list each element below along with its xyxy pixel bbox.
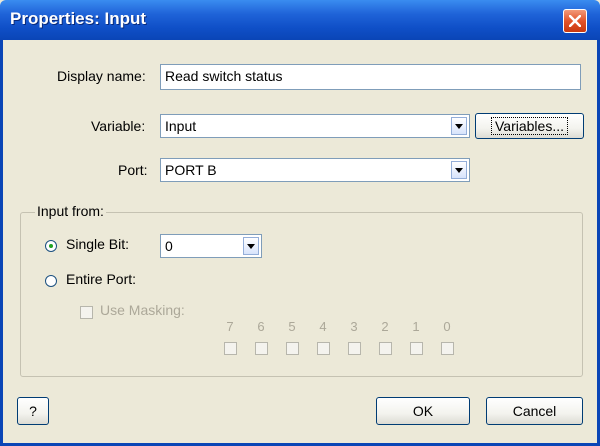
bit-checkbox-2[interactable] xyxy=(379,342,392,355)
single-bit-value: 0 xyxy=(165,238,173,254)
ok-button[interactable]: OK xyxy=(376,397,470,425)
input-from-legend: Input from: xyxy=(35,203,106,219)
bit-label-2: 2 xyxy=(381,319,389,334)
variable-value: Input xyxy=(165,118,197,134)
bit-label-5: 5 xyxy=(288,319,296,334)
bit-checkbox-7[interactable] xyxy=(224,342,237,355)
help-button[interactable]: ? xyxy=(17,397,49,425)
single-bit-radio[interactable] xyxy=(45,240,57,252)
cancel-button[interactable]: Cancel xyxy=(486,397,583,425)
bit-checkbox-1[interactable] xyxy=(410,342,423,355)
bit-checkbox-5[interactable] xyxy=(286,342,299,355)
single-bit-radio-dot xyxy=(49,244,53,248)
close-button[interactable] xyxy=(563,9,587,33)
single-bit-combobox[interactable]: 0 xyxy=(160,234,262,258)
close-icon xyxy=(569,15,581,27)
variables-button-label: Variables... xyxy=(491,117,568,135)
bit-checkbox-4[interactable] xyxy=(317,342,330,355)
display-name-label: Display name: xyxy=(57,68,146,84)
bit-label-6: 6 xyxy=(257,319,265,334)
port-label: Port: xyxy=(118,162,148,178)
help-button-label: ? xyxy=(29,403,37,419)
bit-label-7: 7 xyxy=(226,319,234,334)
chevron-down-icon xyxy=(247,243,255,249)
bit-checkbox-0[interactable] xyxy=(441,342,454,355)
port-value: PORT B xyxy=(165,162,217,178)
chevron-down-icon xyxy=(455,123,463,129)
chevron-down-icon xyxy=(455,167,463,173)
cancel-button-label: Cancel xyxy=(512,403,557,419)
properties-dialog: Properties: Input Display name: Read swi… xyxy=(0,0,600,446)
single-bit-dropdown-arrow[interactable] xyxy=(243,237,259,255)
bit-label-3: 3 xyxy=(350,319,358,334)
single-bit-label[interactable]: Single Bit: xyxy=(66,236,129,252)
bit-checkbox-3[interactable] xyxy=(348,342,361,355)
entire-port-label[interactable]: Entire Port: xyxy=(66,271,136,287)
variable-label: Variable: xyxy=(91,118,146,134)
display-name-input[interactable]: Read switch status xyxy=(160,64,581,90)
bit-checkbox-6[interactable] xyxy=(255,342,268,355)
variable-combobox[interactable]: Input xyxy=(160,114,470,138)
bit-label-1: 1 xyxy=(412,319,420,334)
bit-label-4: 4 xyxy=(319,319,327,334)
use-masking-label: Use Masking: xyxy=(100,302,185,318)
ok-button-label: OK xyxy=(412,403,434,419)
port-combobox[interactable]: PORT B xyxy=(160,158,470,182)
title-bar[interactable]: Properties: Input xyxy=(0,0,600,40)
window-title: Properties: Input xyxy=(10,9,147,28)
port-dropdown-arrow[interactable] xyxy=(451,161,467,179)
use-masking-checkbox[interactable] xyxy=(80,306,93,319)
entire-port-radio[interactable] xyxy=(45,275,57,287)
variable-dropdown-arrow[interactable] xyxy=(451,117,467,135)
bit-label-0: 0 xyxy=(443,319,451,334)
variables-button[interactable]: Variables... xyxy=(475,113,584,139)
